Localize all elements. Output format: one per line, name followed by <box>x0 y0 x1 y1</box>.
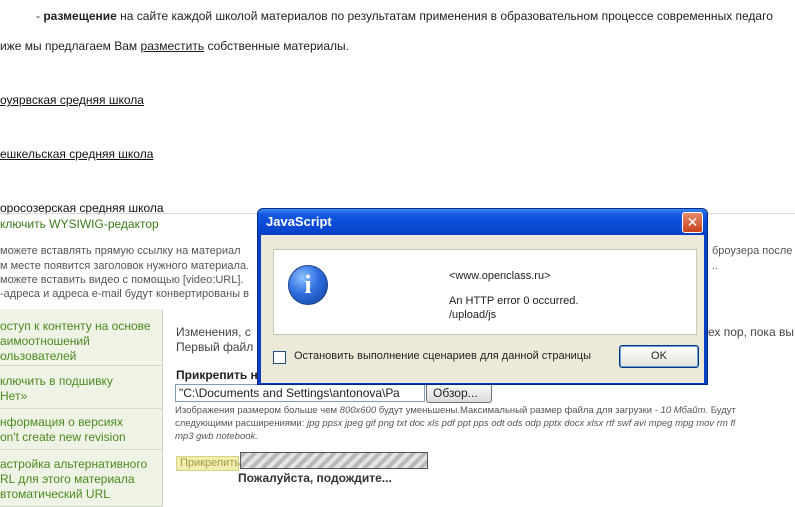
sidebar-item-binder[interactable]: ключить в подшивку Нет» <box>0 371 163 409</box>
dialog-body: i <www.openclass.ru> An HTTP error 0 occ… <box>261 235 704 383</box>
dialog-title-bar[interactable]: JavaScript ✕ <box>258 209 707 235</box>
sidebar-item-access[interactable]: оступ к контенту на основе аимоотношений… <box>0 316 163 366</box>
enable-wysiwyg-link[interactable]: ключить WYSIWIG-редактор <box>0 217 159 231</box>
upload-size-note: Изображения размером больше чем 800x600 … <box>175 405 736 442</box>
close-icon[interactable]: ✕ <box>682 212 703 233</box>
school-link-1[interactable]: оуярвская средняя школа <box>0 93 144 107</box>
javascript-alert-dialog: JavaScript ✕ i <www.openclass.ru> An HTT… <box>257 208 708 385</box>
attachments-description: Изменения, с <box>176 325 251 339</box>
file-path-input[interactable]: "C:\Documents and Settings\antonova\Ра <box>175 384 425 402</box>
attach-new-file-label: Прикрепить н <box>176 368 258 382</box>
ok-button[interactable]: OK <box>619 345 699 368</box>
upload-progress-bar <box>240 452 428 469</box>
help-line: м месте появится заголовок нужного матер… <box>0 260 250 272</box>
school-link-2[interactable]: ешкельская средняя школа <box>0 147 153 161</box>
intro-bullet: - размещение на сайте каждой школой мате… <box>36 9 773 23</box>
message-line: <www.openclass.ru> <box>449 270 551 282</box>
highlight-word: размещение <box>43 9 117 23</box>
stop-scripts-checkbox[interactable] <box>273 351 286 364</box>
message-line: /upload/js <box>449 309 497 321</box>
message-line: An HTTP error 0 occurred. <box>449 295 579 307</box>
settings-sidebar: оступ к контенту на основе аимоотношений… <box>0 309 163 507</box>
attachments-description-tail: ех пор, пока вы <box>708 325 794 339</box>
help-line: -адреса и адреса e-mail будут конвертиро… <box>0 288 249 300</box>
attachments-first-file: Первый файл <box>176 340 254 354</box>
info-icon: i <box>288 265 328 305</box>
attach-button[interactable]: Прикрепить <box>176 456 240 471</box>
help-line: можете вставить видео с помощью [video:U… <box>0 274 244 286</box>
help-line: можете вставлять прямую ссылку на матери… <box>0 245 241 257</box>
sidebar-item-revisions[interactable]: нформация о версиях on't create new revi… <box>0 412 163 450</box>
stop-scripts-label[interactable]: Остановить выполнение сценариев для данн… <box>294 350 591 362</box>
intro-text: иже мы предлагаем Вам разместить собстве… <box>0 39 349 53</box>
dialog-title: JavaScript <box>266 214 332 229</box>
upload-wait-text: Пожалуйста, подождите... <box>238 471 392 485</box>
message-panel: i <www.openclass.ru> An HTTP error 0 occ… <box>273 249 697 335</box>
sidebar-item-url-alias[interactable]: астройка альтернативного RL для этого ма… <box>0 454 163 507</box>
browse-button[interactable]: Обзор... <box>426 383 492 403</box>
help-line-tail: броузера после <box>712 245 793 257</box>
place-materials-link[interactable]: разместить <box>141 39 205 53</box>
help-line-tail: .. <box>712 260 719 272</box>
